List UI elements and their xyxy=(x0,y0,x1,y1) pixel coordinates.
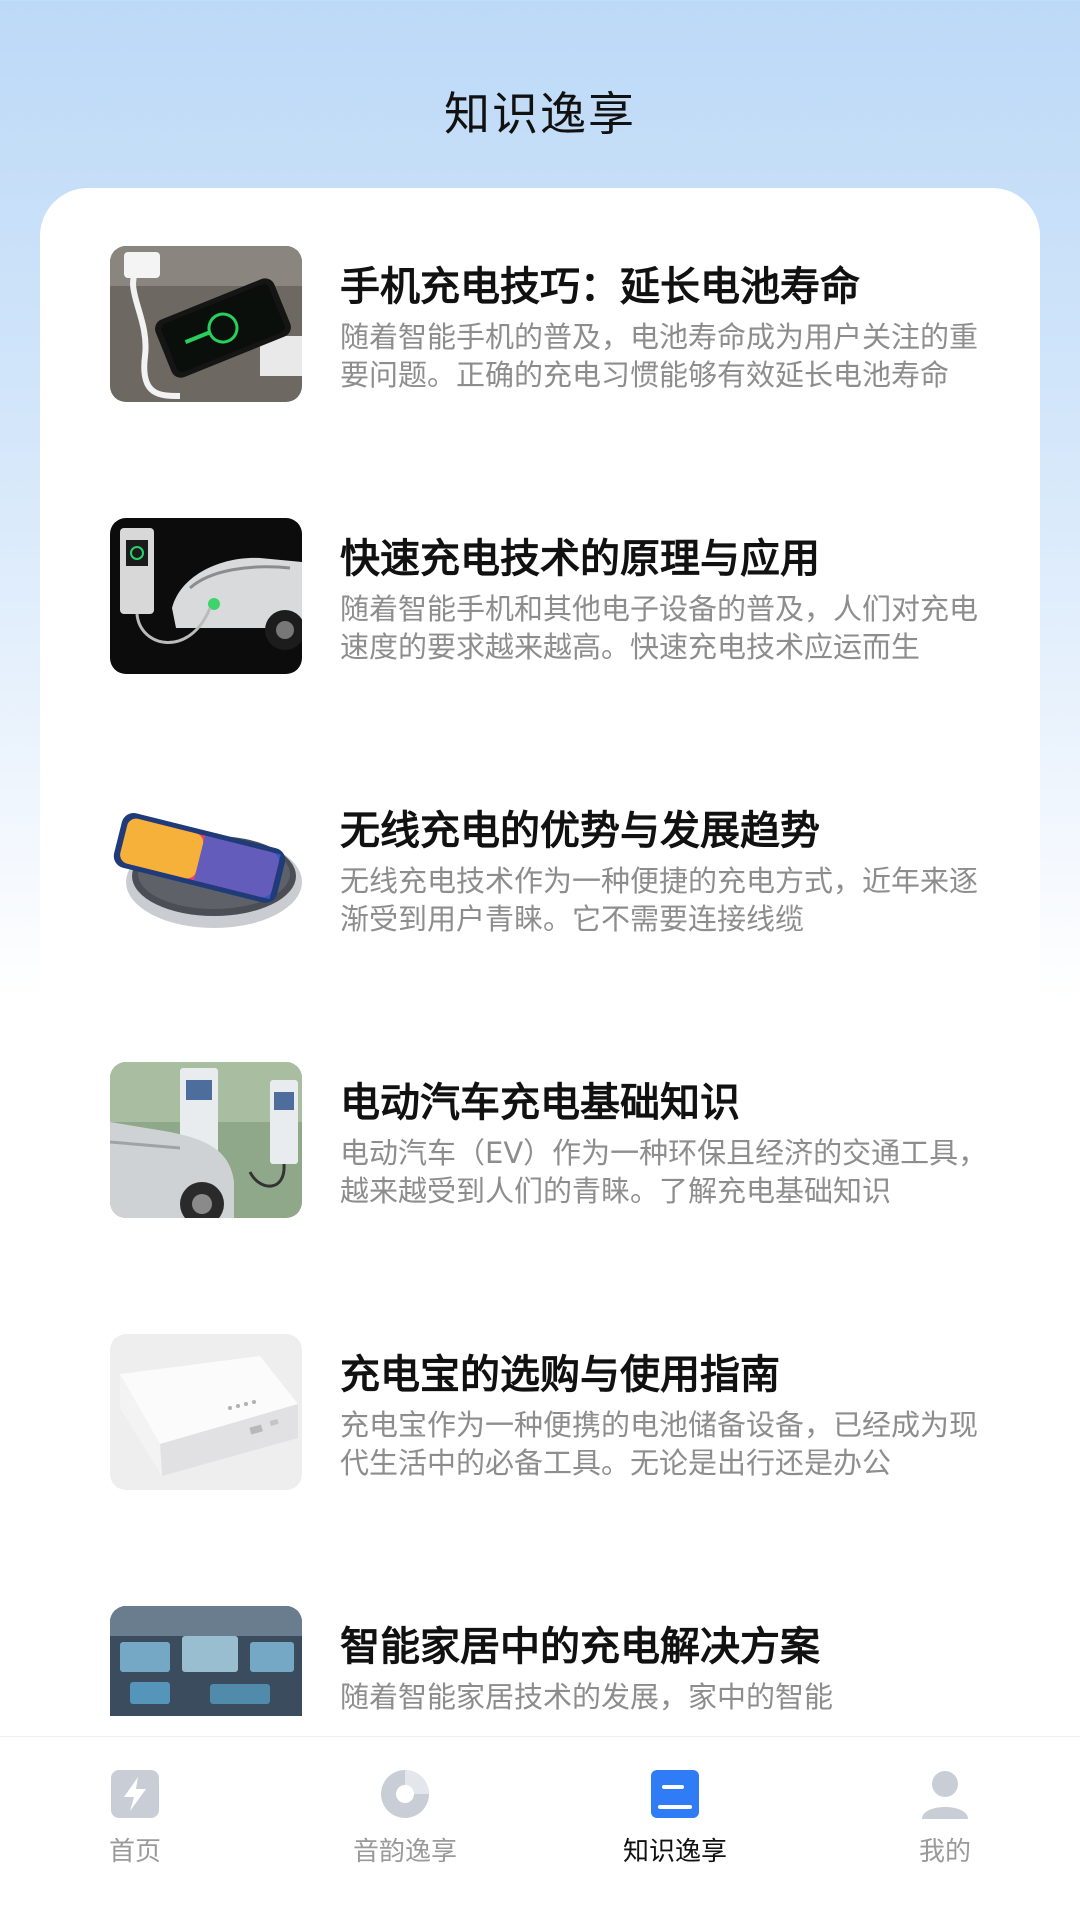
article-list-card[interactable]: 手机充电技巧：延长电池寿命 随着智能手机的普及，电池寿命成为用户关注的重要问题。… xyxy=(40,188,1040,1748)
article-item[interactable]: 充电宝的选购与使用指南 充电宝作为一种便携的电池储备设备，已经成为现代生活中的必… xyxy=(40,1334,1040,1494)
music-disc-icon xyxy=(378,1767,432,1821)
lightning-icon xyxy=(108,1767,162,1821)
ev-charging-station-image xyxy=(110,518,302,674)
book-icon xyxy=(648,1767,702,1821)
smart-home-image xyxy=(110,1606,302,1716)
article-item[interactable]: 无线充电的优势与发展趋势 无线充电技术作为一种便捷的充电方式，近年来逐渐受到用户… xyxy=(40,790,1040,950)
article-summary: 随着智能家居技术的发展，家中的智能 xyxy=(340,1680,834,1714)
article-item[interactable]: 手机充电技巧：延长电池寿命 随着智能手机的普及，电池寿命成为用户关注的重要问题。… xyxy=(40,246,1040,406)
article-summary: 电动汽车（EV）作为一种环保且经济的交通工具，越来越受到人们的青睐。了解充电基础… xyxy=(340,1136,988,1208)
article-item[interactable]: 智能家居中的充电解决方案 随着智能家居技术的发展，家中的智能 xyxy=(40,1606,1040,1748)
page-title: 知识逸享 xyxy=(444,87,636,141)
user-icon xyxy=(918,1767,972,1821)
article-title: 快速充电技术的原理与应用 xyxy=(340,536,820,582)
tab-knowledge[interactable]: 知识逸享 xyxy=(540,1767,810,1887)
phone-charging-image xyxy=(110,246,302,402)
article-title: 智能家居中的充电解决方案 xyxy=(340,1624,820,1670)
article-item[interactable]: 快速充电技术的原理与应用 随着智能手机和其他电子设备的普及，人们对充电速度的要求… xyxy=(40,518,1040,678)
article-summary: 充电宝作为一种便携的电池储备设备，已经成为现代生活中的必备工具。无论是出行还是办… xyxy=(340,1408,979,1480)
article-title: 无线充电的优势与发展趋势 xyxy=(340,808,820,854)
tab-home[interactable]: 首页 xyxy=(0,1767,270,1887)
bottom-tab-bar: 首页 音韵逸享 知识逸享 我的 xyxy=(0,1736,1080,1921)
tab-label: 知识逸享 xyxy=(622,1837,727,1867)
article-title: 电动汽车充电基础知识 xyxy=(340,1080,740,1126)
article-item[interactable]: 电动汽车充电基础知识 电动汽车（EV）作为一种环保且经济的交通工具，越来越受到人… xyxy=(40,1062,1040,1222)
power-bank-image xyxy=(110,1334,302,1490)
article-title: 手机充电技巧：延长电池寿命 xyxy=(340,264,860,310)
tab-profile[interactable]: 我的 xyxy=(810,1767,1080,1887)
article-summary: 随着智能手机和其他电子设备的普及，人们对充电速度的要求越来越高。快速充电技术应运… xyxy=(340,592,979,664)
article-title: 充电宝的选购与使用指南 xyxy=(340,1352,780,1398)
tab-music[interactable]: 音韵逸享 xyxy=(270,1767,540,1887)
tab-label: 首页 xyxy=(108,1837,161,1867)
wireless-charger-image xyxy=(110,790,302,946)
tab-label: 音韵逸享 xyxy=(352,1837,457,1867)
electric-car-charging-image xyxy=(110,1062,302,1218)
article-summary: 随着智能手机的普及，电池寿命成为用户关注的重要问题。正确的充电习惯能够有效延长电… xyxy=(340,320,979,392)
tab-label: 我的 xyxy=(918,1837,971,1867)
article-summary: 无线充电技术作为一种便捷的充电方式，近年来逐渐受到用户青睐。它不需要连接线缆 xyxy=(340,864,979,936)
